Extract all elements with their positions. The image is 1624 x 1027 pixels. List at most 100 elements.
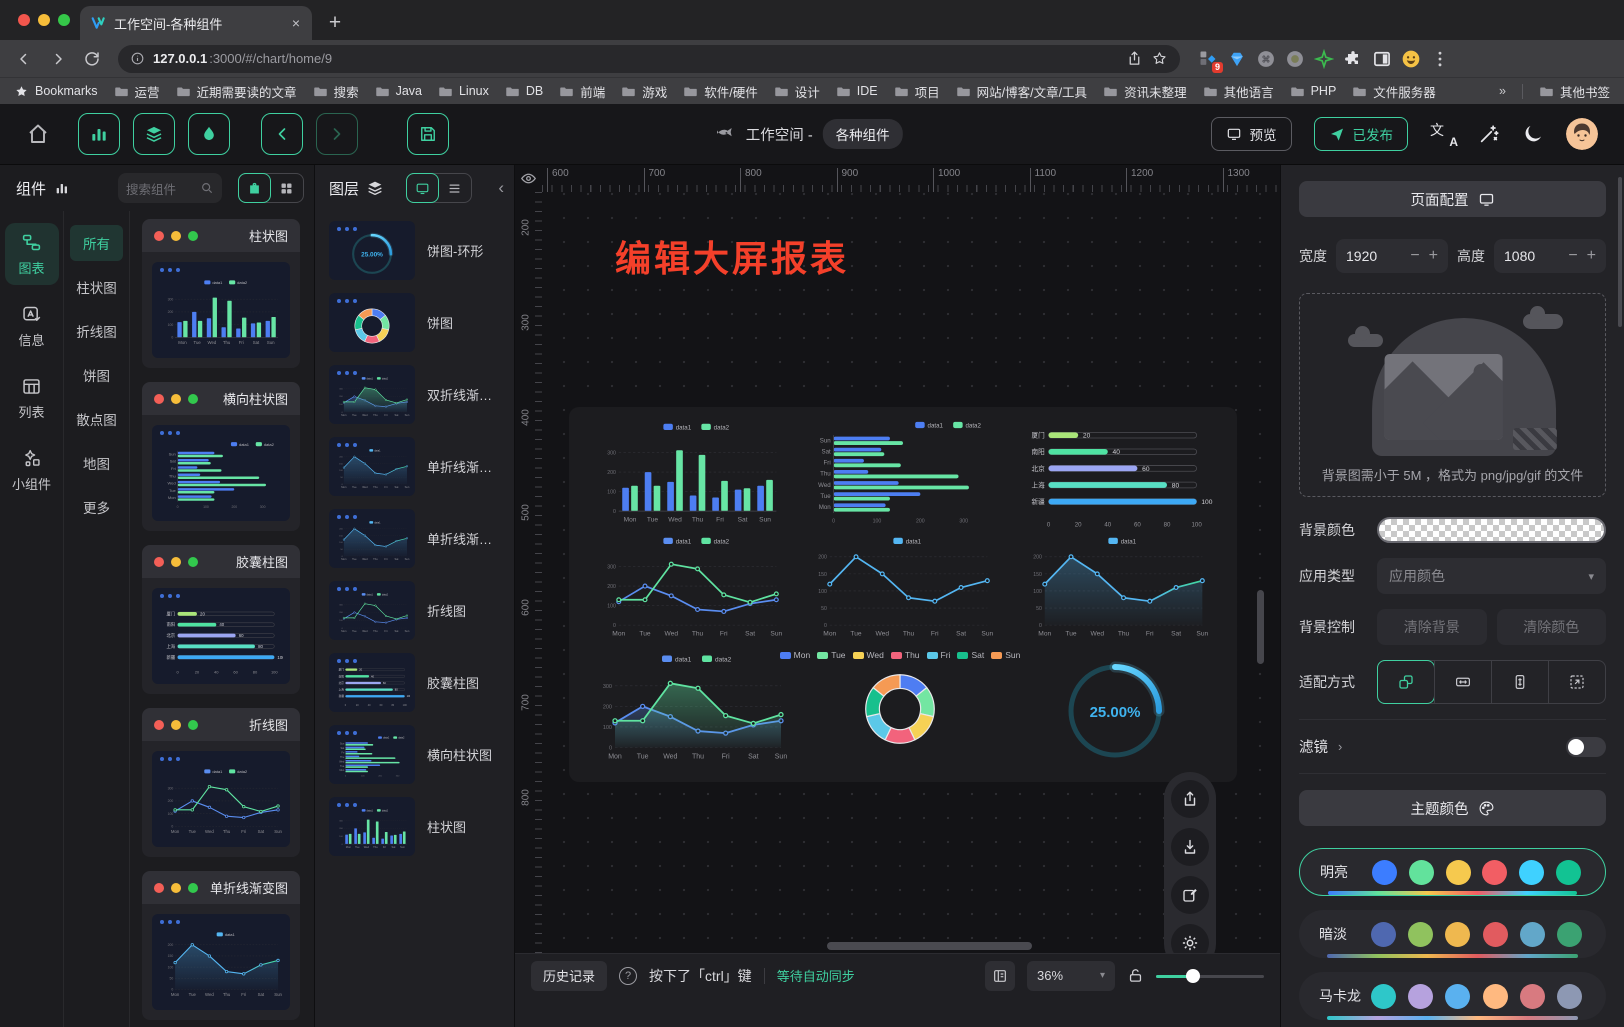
puzzle-extensions-icon[interactable] <box>1343 49 1363 69</box>
bookmark-folder[interactable]: 其他语言 <box>1203 82 1274 101</box>
clear-background-button[interactable]: 清除背景 <box>1377 609 1487 645</box>
horizontal-scrollbar[interactable] <box>827 942 1032 950</box>
component-card[interactable]: 横向柱状图data1data2SunSatFriThuWedTueMon0100… <box>142 382 300 531</box>
bookmark-folder[interactable]: 设计 <box>774 82 820 101</box>
forward-icon[interactable] <box>44 45 72 73</box>
bookmark-folder[interactable]: 运营 <box>114 82 160 101</box>
big-screen-title-component[interactable]: 编辑大屏报表 <box>615 230 849 282</box>
export-icon[interactable] <box>1171 780 1209 818</box>
gem-extension-icon[interactable] <box>1227 49 1247 69</box>
side-panel-icon[interactable] <box>1372 49 1392 69</box>
component-card[interactable]: 柱状图0100200300data1data2MonTueWedThuFriSa… <box>142 219 300 368</box>
bookmark-folder[interactable]: 软件/硬件 <box>683 82 757 101</box>
category-item[interactable]: 饼图 <box>70 357 123 393</box>
layer-item[interactable]: 050100150200data1MonTueWedThuFriSatSun单折… <box>329 437 506 496</box>
layer-item[interactable]: 厦门20南阳40北京60上海80新疆100020406080100胶囊柱图 <box>329 653 506 712</box>
layout-panel-icon[interactable] <box>985 961 1015 991</box>
layer-item[interactable]: 饼图 <box>329 293 506 352</box>
width-plus-button[interactable]: + <box>1429 248 1438 264</box>
theme-row-暗淡[interactable]: 暗淡 <box>1299 910 1606 958</box>
sidebar-item-列表[interactable]: 列表 <box>5 367 59 429</box>
page-config-header[interactable]: 页面配置 <box>1299 181 1606 217</box>
bookmark-folder[interactable]: 文件服务器 <box>1352 82 1436 101</box>
background-upload-dropzone[interactable]: 背景图需小于 5M ，格式为 png/jpg/gif 的文件 <box>1299 293 1606 497</box>
fit-scale-button[interactable] <box>1377 660 1435 704</box>
chart-component-pie-donut[interactable]: MonTueWedThuFriSatSun <box>793 647 1007 774</box>
theme-color-header[interactable]: 主题颜色 <box>1299 790 1606 826</box>
bookmark-folder[interactable]: Linux <box>438 84 489 99</box>
chart-component-line-dual[interactable]: 0100200300data1data2MonTueWedThuFriSatSu… <box>585 533 793 647</box>
chart-component-line-single[interactable]: 050100150200data1MonTueWedThuFriSatSun <box>793 533 1007 647</box>
minimize-window-button[interactable] <box>38 14 50 26</box>
category-item[interactable]: 散点图 <box>70 401 123 437</box>
dot-extension-icon[interactable] <box>1285 49 1305 69</box>
search-input[interactable]: 搜索组件 <box>118 173 222 203</box>
zoom-slider[interactable] <box>1156 969 1264 983</box>
vertical-scrollbar[interactable] <box>1257 590 1264 664</box>
reload-icon[interactable] <box>78 45 106 73</box>
publish-button[interactable]: 已发布 <box>1314 117 1409 151</box>
panel-scrollbar[interactable] <box>1618 177 1622 327</box>
bookmark-folder[interactable]: Java <box>375 84 422 99</box>
share-icon[interactable] <box>1126 50 1143 67</box>
profile-avatar-icon[interactable] <box>1401 49 1421 69</box>
chart-component-ring-progress[interactable]: 25.00% <box>1007 647 1223 774</box>
height-plus-button[interactable]: + <box>1587 248 1596 264</box>
width-input[interactable]: 1920 − + <box>1336 239 1448 273</box>
fit-full-button[interactable] <box>1548 661 1605 703</box>
back-icon[interactable] <box>10 45 38 73</box>
component-thumbnail[interactable]: 0100200300data1data2MonTueWedThuFriSatSu… <box>152 751 290 847</box>
chevron-right-icon[interactable]: › <box>1338 739 1342 754</box>
settings-gear-icon[interactable] <box>1171 924 1209 953</box>
theme-row-明亮[interactable]: 明亮 <box>1299 848 1606 896</box>
layer-item[interactable]: data1data2SunSatFriThuWedTueMon010020030… <box>329 725 506 784</box>
layer-item[interactable]: 0100200300data1data2MonTueWedThuFriSatSu… <box>329 581 506 640</box>
url-bar[interactable]: 127.0.0.1 :3000/#/chart/home/9 <box>118 45 1180 73</box>
magic-wand-icon[interactable] <box>1478 123 1500 145</box>
clear-color-button[interactable]: 清除颜色 <box>1497 609 1607 645</box>
theme-row-马卡龙[interactable]: 马卡龙 <box>1299 972 1606 1020</box>
chart-component-bar-horizontal[interactable]: data1data2SunSatFriThuWedTueMon010020030… <box>793 419 1007 533</box>
bookmark-folder[interactable]: IDE <box>836 84 878 99</box>
height-input[interactable]: 1080 − + <box>1494 239 1606 273</box>
bookmark-folder[interactable]: 资讯未整理 <box>1103 82 1187 101</box>
bookmarks-root[interactable]: Bookmarks <box>14 84 98 99</box>
zoom-window-button[interactable] <box>58 14 70 26</box>
category-item[interactable]: 地图 <box>70 445 123 481</box>
sidebar-item-小组件[interactable]: 小组件 <box>5 439 59 501</box>
component-card[interactable]: 单折线渐变图050100150200data1MonTueWedThuFriSa… <box>142 871 300 1020</box>
language-icon[interactable]: 文A <box>1430 122 1456 146</box>
eye-icon[interactable] <box>515 165 542 192</box>
category-item[interactable]: 柱状图 <box>70 269 123 305</box>
undo-button[interactable] <box>261 113 303 155</box>
filter-mode-button[interactable] <box>188 113 230 155</box>
chart-mode-button[interactable] <box>78 113 120 155</box>
grid-view-toggle[interactable] <box>270 174 303 202</box>
home-icon[interactable] <box>26 122 50 146</box>
bookmarks-overflow[interactable]: » <box>1499 84 1506 98</box>
bookmark-folder[interactable]: 网站/博客/文章/工具 <box>956 82 1087 101</box>
bookmark-folder[interactable]: 游戏 <box>621 82 667 101</box>
bookmark-folder[interactable]: 近期需要读的文章 <box>176 82 297 101</box>
layer-item[interactable]: 25.00%饼图-环形 <box>329 221 506 280</box>
background-color-swatch[interactable] <box>1377 517 1606 543</box>
bookmark-folder[interactable]: 前端 <box>559 82 605 101</box>
layer-item[interactable]: 0100200300data1data2MonTueWedThuFriSatSu… <box>329 365 506 424</box>
close-window-button[interactable] <box>18 14 30 26</box>
thumbnail-view-toggle[interactable] <box>406 173 439 203</box>
component-card[interactable]: 折线图0100200300data1data2MonTueWedThuFriSa… <box>142 708 300 857</box>
layers-mode-button[interactable] <box>133 113 175 155</box>
sidebar-item-图表[interactable]: 图表 <box>5 223 59 285</box>
chart-component-area-dual[interactable]: 0100200300data1data2MonTueWedThuFriSatSu… <box>585 647 793 774</box>
user-avatar[interactable] <box>1566 118 1598 150</box>
preview-button[interactable]: 预览 <box>1211 117 1292 151</box>
dark-mode-moon-icon[interactable] <box>1522 123 1544 145</box>
import-icon[interactable] <box>1171 828 1209 866</box>
save-button[interactable] <box>407 113 449 155</box>
width-minus-button[interactable]: − <box>1410 248 1419 264</box>
edit-icon[interactable] <box>1171 876 1209 914</box>
lock-icon[interactable] <box>1127 967 1144 984</box>
history-button[interactable]: 历史记录 <box>531 961 607 991</box>
chart-component-bar-grouped[interactable]: 0100200300data1data2MonTueWedThuFriSatSu… <box>585 419 793 533</box>
category-item[interactable]: 更多 <box>70 489 123 525</box>
